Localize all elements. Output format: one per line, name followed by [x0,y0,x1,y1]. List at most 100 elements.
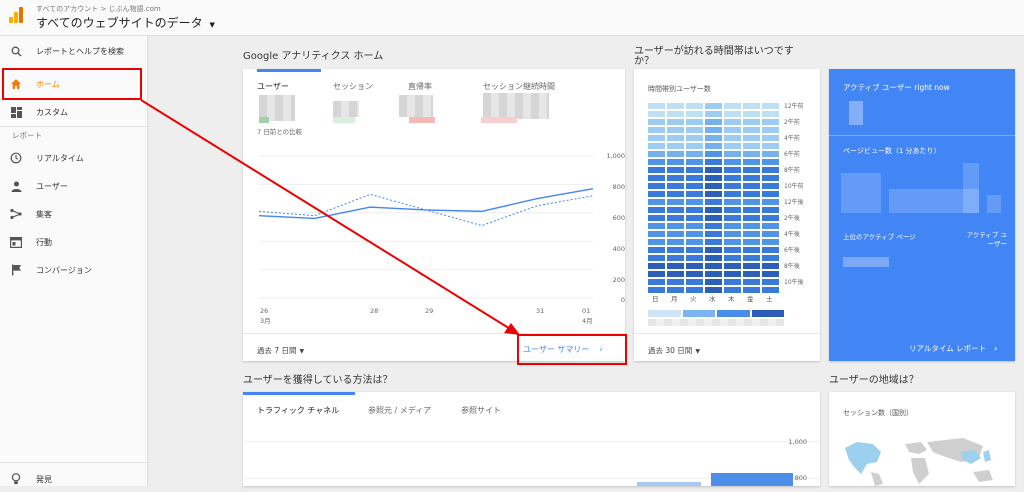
heatmap-cell[interactable] [648,207,665,213]
heatmap-cell[interactable] [667,191,684,197]
heatmap-cell[interactable] [705,167,722,173]
heatmap-cell[interactable] [667,231,684,237]
heatmap-cell[interactable] [762,207,779,213]
heatmap-cell[interactable] [705,263,722,269]
heatmap-cell[interactable] [667,271,684,277]
heatmap-cell[interactable] [762,247,779,253]
heatmap-cell[interactable] [667,223,684,229]
heatmap-cell[interactable] [705,223,722,229]
heatmap-cell[interactable] [686,159,703,165]
heatmap-cell[interactable] [648,143,665,149]
heatmap-cell[interactable] [762,199,779,205]
heatmap-cell[interactable] [705,111,722,117]
heatmap-cell[interactable] [724,263,741,269]
heatmap-cell[interactable] [648,135,665,141]
heatmap-cell[interactable] [686,239,703,245]
heatmap-cell[interactable] [762,231,779,237]
heatmap-cell[interactable] [686,175,703,181]
heatmap-cell[interactable] [686,119,703,125]
heatmap-cell[interactable] [762,215,779,221]
heatmap-cell[interactable] [724,255,741,261]
heatmap-cell[interactable] [743,183,760,189]
heatmap-cell[interactable] [724,143,741,149]
heatmap-cell[interactable] [648,231,665,237]
heatmap-cell[interactable] [648,263,665,269]
heatmap-cell[interactable] [667,151,684,157]
tab-traffic-channel[interactable]: トラフィック チャネル [257,405,339,416]
heatmap-cell[interactable] [743,143,760,149]
heatmap-cell[interactable] [705,135,722,141]
heatmap-cell[interactable] [686,271,703,277]
heatmap-cell[interactable] [724,167,741,173]
heatmap-cell[interactable] [686,151,703,157]
heatmap-cell[interactable] [762,151,779,157]
heatmap-cell[interactable] [705,207,722,213]
heatmap-cell[interactable] [648,223,665,229]
heatmap-cell[interactable] [762,135,779,141]
heatmap-cell[interactable] [705,183,722,189]
heatmap-cell[interactable] [762,175,779,181]
heatmap-cell[interactable] [667,127,684,133]
heatmap-cell[interactable] [667,111,684,117]
heatmap-cell[interactable] [686,215,703,221]
heatmap-cell[interactable] [724,111,741,117]
heatmap-cell[interactable] [686,111,703,117]
heatmap-cell[interactable] [724,135,741,141]
heatmap-cell[interactable] [686,135,703,141]
heatmap-cell[interactable] [743,119,760,125]
heatmap-cell[interactable] [743,191,760,197]
heatmap-cell[interactable] [667,263,684,269]
heatmap-cell[interactable] [743,279,760,285]
heatmap-cell[interactable] [762,239,779,245]
heatmap-cell[interactable] [743,135,760,141]
heatmap-cell[interactable] [724,103,741,109]
heatmap-cell[interactable] [743,111,760,117]
heatmap-cell[interactable] [686,191,703,197]
heatmap-cell[interactable] [705,279,722,285]
heatmap-cell[interactable] [743,167,760,173]
heatmap-cell[interactable] [762,263,779,269]
heatmap-cell[interactable] [724,239,741,245]
heatmap-cell[interactable] [667,135,684,141]
heatmap-cell[interactable] [667,207,684,213]
heatmap-cell[interactable] [724,223,741,229]
heatmap-cell[interactable] [648,191,665,197]
heatmap-cell[interactable] [705,119,722,125]
heatmap-cell[interactable] [686,223,703,229]
heatmap-cell[interactable] [762,143,779,149]
heatmap-cell[interactable] [724,175,741,181]
heatmap-cell[interactable] [762,223,779,229]
heatmap-cell[interactable] [667,167,684,173]
heatmap-cell[interactable] [648,111,665,117]
heatmap-cell[interactable] [648,167,665,173]
heatmap-cell[interactable] [686,127,703,133]
heatmap-cell[interactable] [705,175,722,181]
heatmap-cell[interactable] [667,247,684,253]
heatmap-cell[interactable] [686,247,703,253]
heatmap-cell[interactable] [743,159,760,165]
heatmap-cell[interactable] [648,255,665,261]
heatmap-cell[interactable] [667,183,684,189]
heatmap-cell[interactable] [762,271,779,277]
heatmap-cell[interactable] [705,127,722,133]
heatmap-cell[interactable] [724,127,741,133]
heatmap-cell[interactable] [762,159,779,165]
heatmap-cell[interactable] [667,215,684,221]
heatmap-cell[interactable] [762,167,779,173]
heatmap-cell[interactable] [743,247,760,253]
heatmap-cell[interactable] [762,119,779,125]
heatmap-cell[interactable] [648,127,665,133]
heatmap-cell[interactable] [724,191,741,197]
heatmap-cell[interactable] [743,231,760,237]
heatmap-cell[interactable] [686,199,703,205]
heatmap-cell[interactable] [724,231,741,237]
heatmap-cell[interactable] [724,215,741,221]
heatmap-cell[interactable] [743,127,760,133]
heatmap-cell[interactable] [648,119,665,125]
heatmap-cell[interactable] [648,151,665,157]
heatmap-cell[interactable] [705,231,722,237]
heatmap-cell[interactable] [762,111,779,117]
heatmap-cell[interactable] [743,207,760,213]
heatmap-cell[interactable] [743,175,760,181]
heatmap-cell[interactable] [724,207,741,213]
